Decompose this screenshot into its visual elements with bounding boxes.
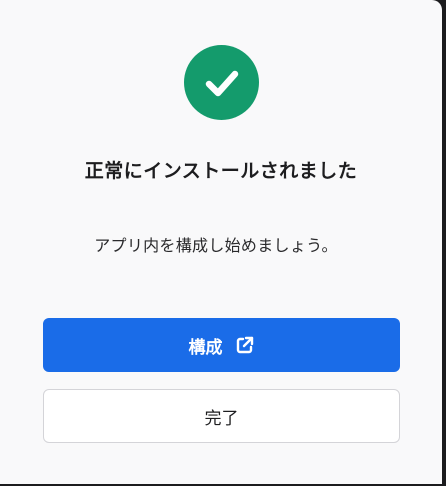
check-circle-icon: [184, 45, 259, 120]
install-success-dialog: 正常にインストールされました アプリ内を構成し始めましょう。 構成 完了: [0, 0, 442, 484]
configure-button-label: 構成: [188, 337, 223, 358]
dialog-title: 正常にインストールされました: [84, 160, 358, 182]
dialog-message: アプリ内を構成し始めましょう。: [94, 236, 338, 255]
done-button[interactable]: 完了: [43, 389, 400, 443]
checkmark-icon: [205, 70, 238, 96]
done-button-label: 完了: [204, 408, 239, 429]
external-link-icon: [235, 335, 255, 355]
configure-button[interactable]: 構成: [43, 318, 400, 372]
